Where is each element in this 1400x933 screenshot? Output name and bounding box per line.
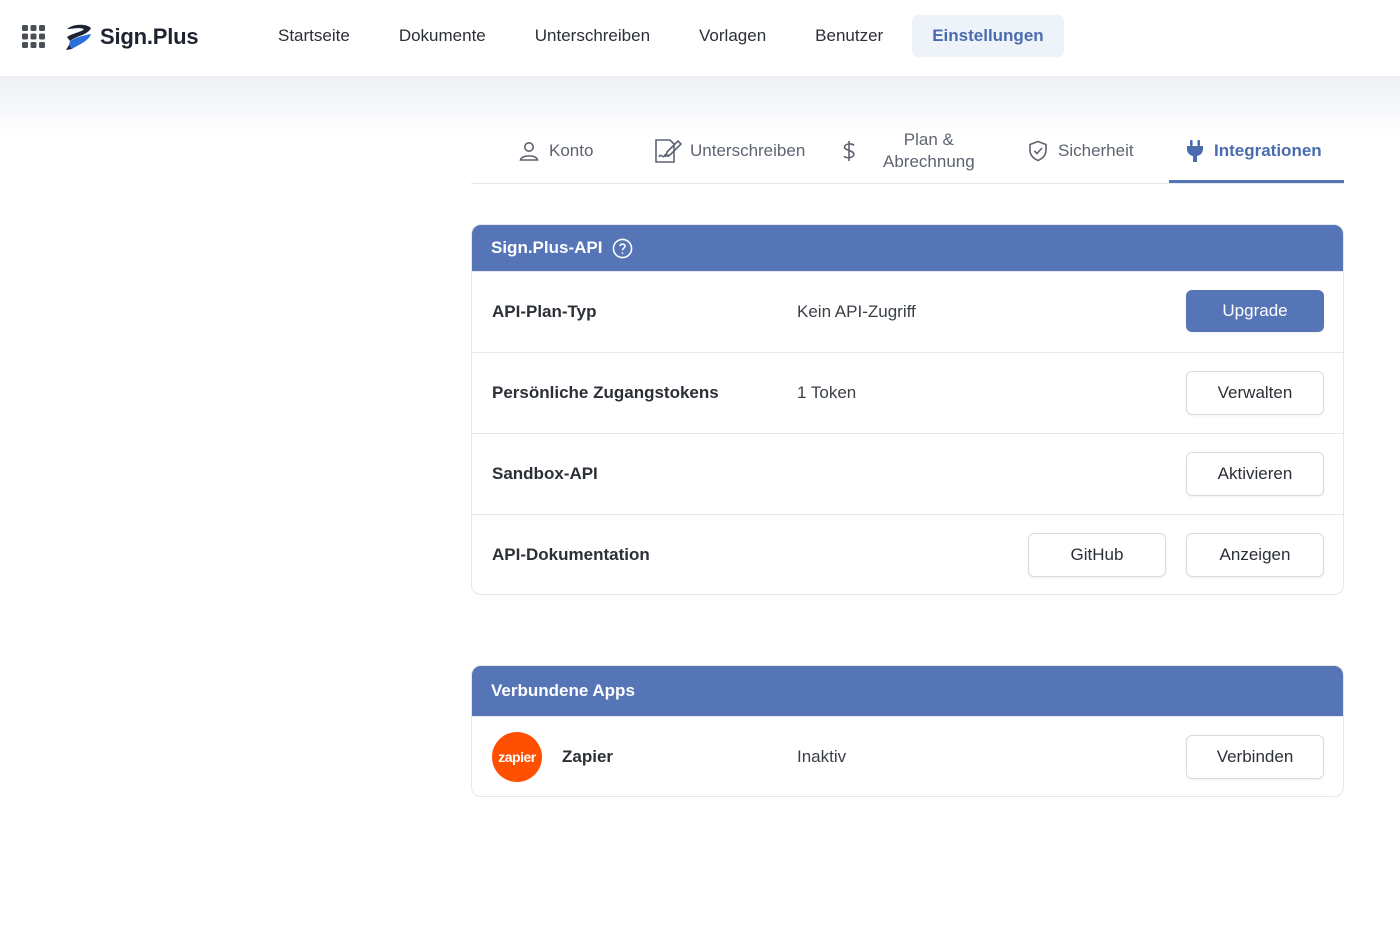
- row-label: Sandbox-API: [492, 464, 598, 483]
- row-label: API-Plan-Typ: [492, 302, 597, 321]
- app-name: Zapier: [562, 747, 614, 766]
- nav-item-vorlagen[interactable]: Vorlagen: [679, 15, 786, 57]
- main-navigation: Startseite Dokumente Unterschreiben Vorl…: [258, 15, 1073, 57]
- card-title: Sign.Plus-API: [491, 238, 603, 257]
- tab-integrationen[interactable]: Integrationen: [1184, 118, 1322, 183]
- tab-label: Sicherheit: [1058, 140, 1134, 160]
- tab-label-line2: Abrechnung: [883, 151, 975, 171]
- sign-plus-logo-icon: [66, 24, 91, 50]
- top-navigation-bar: Sign.Plus Startseite Dokumente Unterschr…: [0, 0, 1400, 76]
- brand-name: Sign.Plus: [100, 24, 199, 49]
- tab-label: Konto: [549, 140, 594, 160]
- connected-apps-card: Verbundene Apps zapier Zapier Inaktiv Ve…: [471, 665, 1344, 797]
- tab-konto[interactable]: Konto: [517, 118, 593, 183]
- dollar-icon: [843, 140, 855, 161]
- row-label: API-Dokumentation: [492, 545, 650, 564]
- api-documentation-row: API-Dokumentation GitHub Anzeigen: [472, 514, 1343, 594]
- nav-item-startseite[interactable]: Startseite: [258, 15, 370, 57]
- github-button[interactable]: GitHub: [1028, 533, 1166, 577]
- plug-icon: [1187, 139, 1203, 162]
- activate-sandbox-button[interactable]: Aktivieren: [1186, 452, 1324, 496]
- brand-logo[interactable]: Sign.Plus: [64, 20, 199, 54]
- tab-sicherheit[interactable]: Sicherheit: [1026, 118, 1134, 183]
- zapier-logo-icon: zapier: [492, 732, 542, 782]
- shield-icon: [1029, 140, 1047, 161]
- row-value: 1 Token: [797, 383, 857, 402]
- tab-unterschreiben[interactable]: Unterschreiben: [654, 118, 805, 183]
- tab-label-line1: Plan &: [903, 129, 954, 149]
- nav-item-benutzer[interactable]: Benutzer: [795, 15, 903, 57]
- api-plan-row: API-Plan-Typ Kein API-Zugriff Upgrade: [472, 271, 1343, 352]
- connect-zapier-button[interactable]: Verbinden: [1186, 735, 1324, 779]
- tab-label: Unterschreiben: [690, 140, 806, 160]
- row-value: Kein API-Zugriff: [797, 302, 916, 321]
- sign-document-icon: [655, 138, 682, 163]
- access-tokens-row: Persönliche Zugangstokens 1 Token Verwal…: [472, 352, 1343, 433]
- active-tab-indicator: [1169, 180, 1344, 183]
- nav-item-unterschreiben[interactable]: Unterschreiben: [515, 15, 670, 57]
- row-label: Persönliche Zugangstokens: [492, 383, 719, 402]
- app-grid-icon[interactable]: [22, 25, 45, 48]
- tab-label: Integrationen: [1214, 140, 1322, 160]
- card-header: Verbundene Apps: [472, 666, 1343, 716]
- card-title: Verbundene Apps: [491, 681, 635, 700]
- card-header: Sign.Plus-API: [472, 225, 1343, 271]
- tab-plan-label: Plan & Abrechnung: [883, 129, 975, 173]
- manage-tokens-button[interactable]: Verwalten: [1186, 371, 1324, 415]
- upgrade-button[interactable]: Upgrade: [1186, 290, 1324, 332]
- user-icon: [519, 141, 539, 161]
- app-row-zapier: zapier Zapier Inaktiv Verbinden: [472, 716, 1343, 796]
- settings-tabs: Konto Unterschreiben Plan & Abrechnung S…: [471, 118, 1344, 184]
- help-icon[interactable]: [612, 238, 633, 259]
- tab-plan-abrechnung[interactable]: Plan & Abrechnung: [837, 118, 975, 183]
- sandbox-api-row: Sandbox-API Aktivieren: [472, 433, 1343, 514]
- nav-item-einstellungen[interactable]: Einstellungen: [912, 15, 1064, 57]
- nav-item-dokumente[interactable]: Dokumente: [379, 15, 506, 57]
- sign-plus-api-card: Sign.Plus-API API-Plan-Typ Kein API-Zugr…: [471, 224, 1344, 595]
- app-status: Inaktiv: [797, 747, 847, 766]
- view-docs-button[interactable]: Anzeigen: [1186, 533, 1324, 577]
